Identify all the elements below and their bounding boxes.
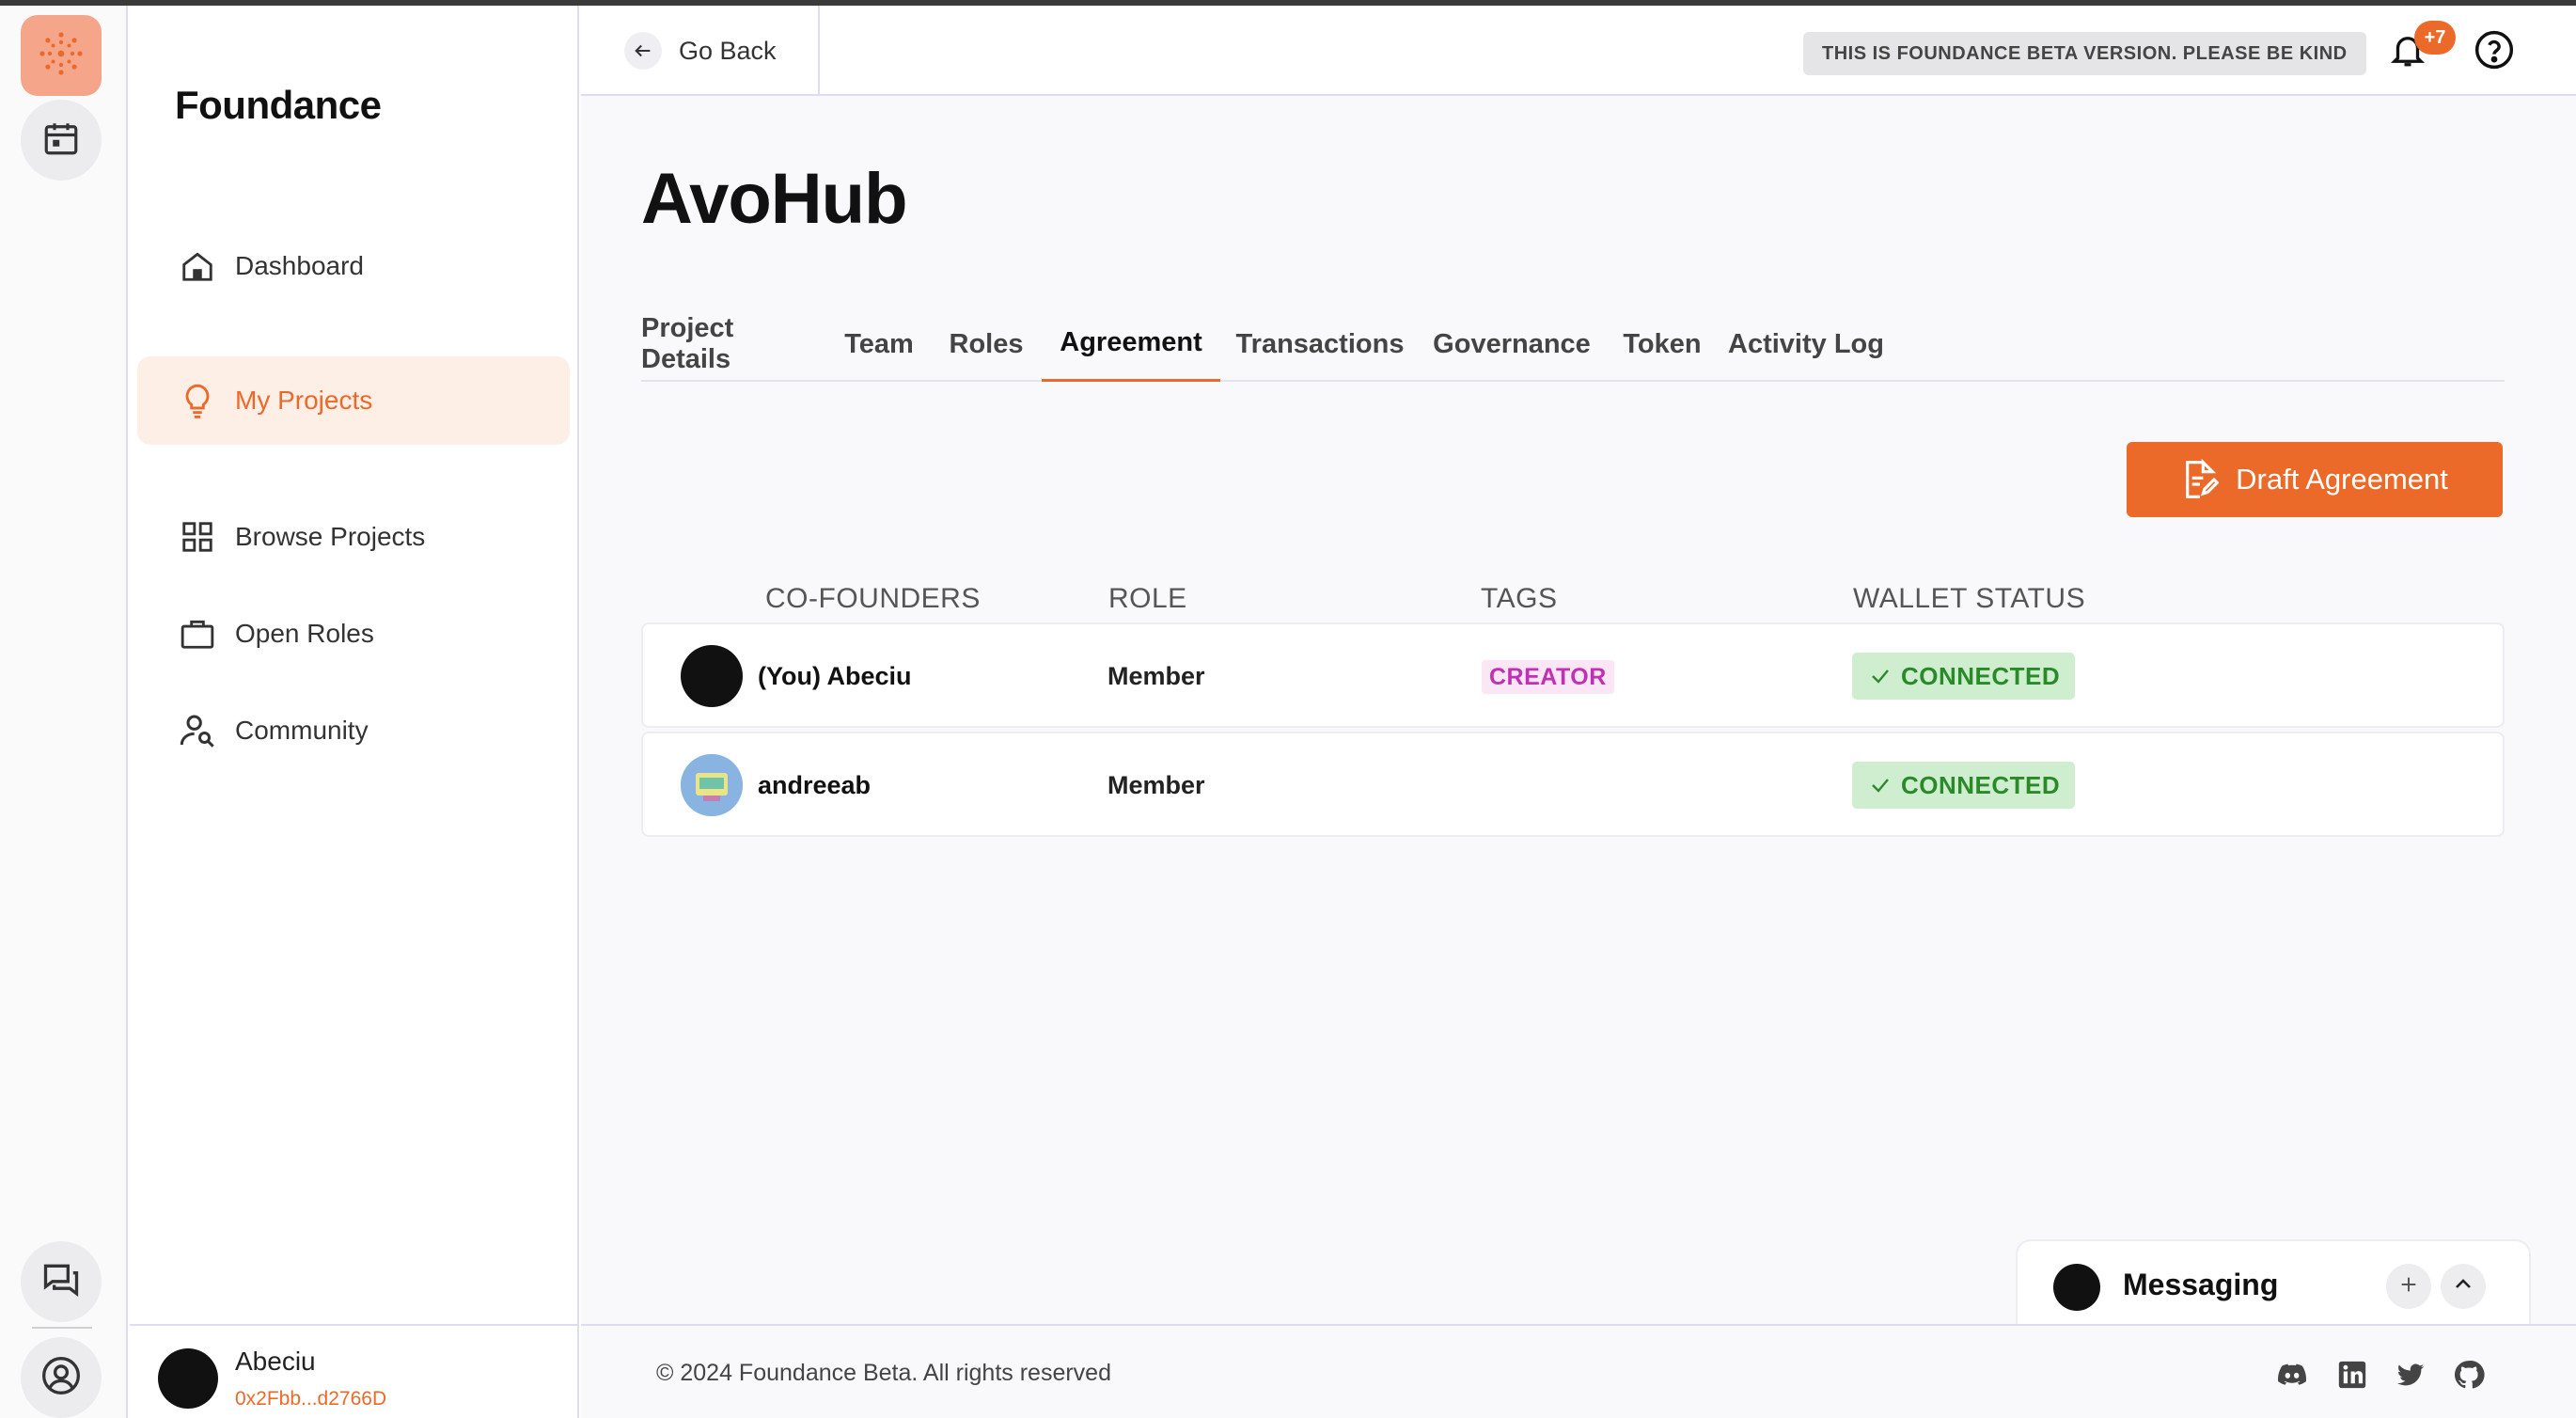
user-search-icon	[179, 712, 216, 749]
briefcase-icon	[179, 615, 216, 653]
messaging-panel[interactable]: Messaging	[2016, 1239, 2531, 1330]
tab-team[interactable]: Team	[827, 307, 931, 382]
notification-badge: +7	[2414, 21, 2456, 55]
discord-icon[interactable]	[2273, 1356, 2311, 1394]
page-title: AvoHub	[641, 159, 907, 239]
grid-icon	[179, 518, 216, 556]
brand-title: Foundance	[175, 83, 382, 127]
app-logo-button[interactable]	[21, 15, 102, 96]
draft-agreement-button[interactable]: Draft Agreement	[2127, 442, 2503, 517]
header: Go Back THIS IS FOUNDANCE BETA VERSION. …	[581, 6, 2576, 96]
arrow-left-icon	[624, 32, 662, 70]
icon-rail	[0, 6, 128, 1418]
tab-transactions[interactable]: Transactions	[1226, 307, 1414, 382]
main-content: Go Back THIS IS FOUNDANCE BETA VERSION. …	[581, 6, 2576, 1418]
avatar	[158, 1348, 218, 1409]
go-back-button[interactable]: Go Back	[581, 6, 820, 96]
column-header-cofounders: CO-FOUNDERS	[765, 583, 981, 614]
go-back-label: Go Back	[679, 36, 777, 65]
table-row[interactable]: andreeab Member CONNECTED	[641, 732, 2505, 837]
avatar	[2053, 1264, 2100, 1311]
sidebar-item-label: Dashboard	[235, 251, 364, 280]
rail-divider	[32, 1327, 92, 1329]
sidebar-item-browse-projects[interactable]: Browse Projects	[137, 493, 570, 581]
footer: © 2024 Foundance Beta. All rights reserv…	[581, 1324, 2576, 1418]
cofounder-role: Member	[1107, 662, 1205, 690]
table-row[interactable]: (You) Abeciu Member CREATOR CONNECTED	[641, 622, 2505, 728]
project-tabs: Project Details Team Roles Agreement Tra…	[641, 307, 2505, 382]
calendar-button[interactable]	[21, 100, 102, 181]
current-user[interactable]: Abeciu 0x2Fbb...d2766D	[130, 1324, 577, 1418]
home-icon	[179, 247, 216, 285]
sidebar-item-label: Browse Projects	[235, 522, 426, 551]
lightbulb-icon	[179, 382, 216, 419]
status-label: CONNECTED	[1901, 770, 2061, 799]
sidebar-item-label: Community	[235, 716, 369, 745]
user-circle-icon	[40, 1355, 82, 1401]
chevron-up-icon	[2452, 1273, 2474, 1300]
sidebar-item-label: My Projects	[235, 386, 373, 415]
avatar	[681, 645, 743, 707]
chat-icon	[40, 1259, 82, 1305]
tab-activity-log[interactable]: Activity Log	[1720, 307, 1892, 382]
status-badge: CONNECTED	[1852, 762, 2076, 809]
twitter-icon[interactable]	[2392, 1356, 2429, 1394]
sidebar-item-dashboard[interactable]: Dashboard	[137, 222, 570, 310]
chat-button[interactable]	[21, 1241, 102, 1322]
check-icon	[1869, 665, 1892, 687]
help-icon	[2474, 29, 2515, 75]
calendar-icon	[41, 118, 81, 163]
messaging-title: Messaging	[2123, 1268, 2279, 1301]
user-name: Abeciu	[235, 1347, 316, 1376]
beta-banner: THIS IS FOUNDANCE BETA VERSION. PLEASE B…	[1803, 32, 2366, 75]
cofounder-role: Member	[1107, 771, 1205, 799]
sidebar-item-my-projects[interactable]: My Projects	[137, 356, 570, 445]
tab-roles[interactable]: Roles	[936, 307, 1036, 382]
wallet-address: 0x2Fbb...d2766D	[235, 1388, 387, 1410]
tab-token[interactable]: Token	[1610, 307, 1715, 382]
column-header-tags: TAGS	[1481, 583, 1558, 614]
status-label: CONNECTED	[1901, 661, 2061, 690]
column-header-wallet-status: WALLET STATUS	[1853, 583, 2086, 614]
tag-badge: CREATOR	[1482, 660, 1614, 694]
cofounder-name: andreeab	[758, 771, 872, 799]
tab-agreement[interactable]: Agreement	[1042, 307, 1220, 382]
tab-project-details[interactable]: Project Details	[641, 307, 822, 382]
avatar	[681, 754, 743, 816]
copyright-text: © 2024 Foundance Beta. All rights reserv…	[656, 1360, 1111, 1386]
tab-governance[interactable]: Governance	[1420, 307, 1604, 382]
linkedin-icon[interactable]	[2333, 1356, 2371, 1394]
expand-messaging-button[interactable]	[2441, 1264, 2486, 1309]
sidebar-item-community[interactable]: Community	[137, 686, 570, 775]
new-message-button[interactable]	[2386, 1264, 2431, 1309]
plus-icon	[2398, 1274, 2419, 1300]
app-logo-icon	[37, 29, 86, 83]
sidebar: Foundance Dashboard My Projects Browse P…	[130, 6, 579, 1418]
draft-agreement-label: Draft Agreement	[2236, 463, 2448, 496]
profile-button[interactable]	[21, 1337, 102, 1418]
sidebar-item-open-roles[interactable]: Open Roles	[137, 590, 570, 678]
check-icon	[1869, 774, 1892, 796]
document-edit-icon	[2181, 459, 2220, 500]
status-badge: CONNECTED	[1852, 653, 2076, 700]
github-icon[interactable]	[2450, 1356, 2488, 1394]
help-button[interactable]	[2471, 28, 2518, 75]
sidebar-item-label: Open Roles	[235, 619, 374, 648]
column-header-role: ROLE	[1108, 583, 1187, 614]
cofounder-name: (You) Abeciu	[758, 662, 912, 690]
